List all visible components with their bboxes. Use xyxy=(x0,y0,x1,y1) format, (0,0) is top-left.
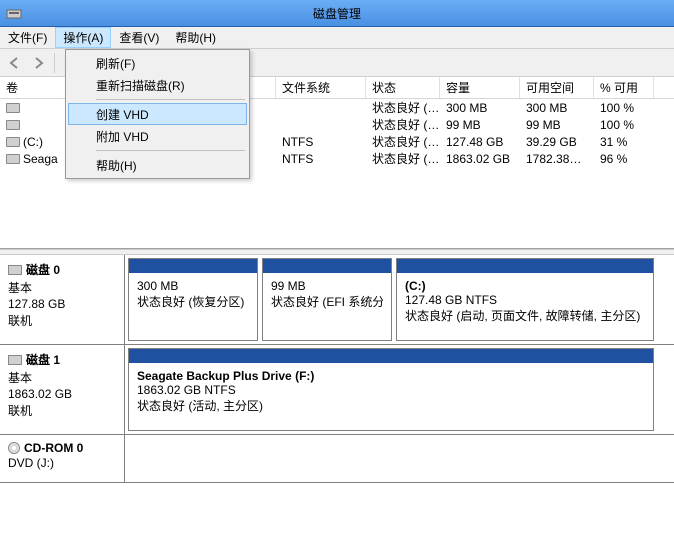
volume-pct: 100 % xyxy=(594,118,654,132)
col-free[interactable]: 可用空间 xyxy=(520,77,594,98)
partition-size: 300 MB xyxy=(137,279,249,293)
volume-icon xyxy=(6,120,20,130)
disk-status: 联机 xyxy=(8,312,116,329)
partition-status: 状态良好 (启动, 页面文件, 故障转储, 主分区) xyxy=(405,307,645,324)
disk-type: 基本 xyxy=(8,279,116,296)
volume-capacity: 99 MB xyxy=(440,118,520,132)
menu-view[interactable]: 查看(V) xyxy=(111,27,167,48)
disk-name: 磁盘 0 xyxy=(26,261,60,278)
dropdown-refresh[interactable]: 刷新(F) xyxy=(68,52,247,74)
disk-mgmt-icon xyxy=(6,5,22,21)
action-dropdown: 刷新(F) 重新扫描磁盘(R) 创建 VHD 附加 VHD 帮助(H) xyxy=(65,49,250,179)
volume-status: 状态良好 (… xyxy=(366,116,440,133)
volume-pct: 96 % xyxy=(594,152,654,166)
partition[interactable]: 99 MB状态良好 (EFI 系统分 xyxy=(262,258,392,341)
partition[interactable]: (C:)127.48 GB NTFS状态良好 (启动, 页面文件, 故障转储, … xyxy=(396,258,654,341)
volume-icon xyxy=(6,137,20,147)
dropdown-create-vhd[interactable]: 创建 VHD xyxy=(68,103,247,125)
cdrom-name: CD-ROM 0 xyxy=(24,441,83,455)
volume-pct: 31 % xyxy=(594,135,654,149)
volume-free: 1782.38… xyxy=(520,152,594,166)
partitions-container: 300 MB状态良好 (恢复分区)99 MB状态良好 (EFI 系统分(C:)1… xyxy=(125,255,674,344)
toolbar-separator xyxy=(54,53,55,73)
volume-icon xyxy=(6,103,20,113)
window-title: 磁盘管理 xyxy=(313,5,361,22)
partition-stripe xyxy=(129,259,257,273)
volume-status: 状态良好 (… xyxy=(366,150,440,167)
dropdown-help[interactable]: 帮助(H) xyxy=(68,154,247,176)
volume-status: 状态良好 (… xyxy=(366,133,440,150)
volume-name: Seaga xyxy=(23,152,58,166)
disk-size: 1863.02 GB xyxy=(8,387,116,401)
disk-type: 基本 xyxy=(8,369,116,386)
dropdown-rescan[interactable]: 重新扫描磁盘(R) xyxy=(68,74,247,96)
partition-stripe xyxy=(397,259,653,273)
partition-size: 127.48 GB NTFS xyxy=(405,293,645,307)
disk-info: 磁盘 0基本127.88 GB联机 xyxy=(0,255,125,344)
disk-info: 磁盘 1基本1863.02 GB联机 xyxy=(0,345,125,434)
volume-capacity: 1863.02 GB xyxy=(440,152,520,166)
cdrom-line: DVD (J:) xyxy=(8,456,116,470)
partition[interactable]: Seagate Backup Plus Drive (F:)1863.02 GB… xyxy=(128,348,654,431)
col-status[interactable]: 状态 xyxy=(366,77,440,98)
volume-status: 状态良好 (… xyxy=(366,99,440,116)
disk-row: 磁盘 1基本1863.02 GB联机Seagate Backup Plus Dr… xyxy=(0,345,674,435)
cdrom-partitions xyxy=(125,435,674,482)
dropdown-separator xyxy=(96,99,245,100)
disk-size: 127.88 GB xyxy=(8,297,116,311)
partition[interactable]: 300 MB状态良好 (恢复分区) xyxy=(128,258,258,341)
volume-capacity: 300 MB xyxy=(440,101,520,115)
cdrom-row[interactable]: CD-ROM 0 DVD (J:) xyxy=(0,435,674,483)
partitions-container: Seagate Backup Plus Drive (F:)1863.02 GB… xyxy=(125,345,674,434)
menu-help[interactable]: 帮助(H) xyxy=(167,27,224,48)
menu-action[interactable]: 操作(A) xyxy=(55,27,111,48)
volume-fs: NTFS xyxy=(276,135,366,149)
disk-map-pane: 磁盘 0基本127.88 GB联机300 MB状态良好 (恢复分区)99 MB状… xyxy=(0,255,674,483)
disk-icon xyxy=(8,355,22,365)
volume-capacity: 127.48 GB xyxy=(440,135,520,149)
volume-free: 300 MB xyxy=(520,101,594,115)
partition-label: Seagate Backup Plus Drive (F:) xyxy=(137,369,645,383)
volume-free: 99 MB xyxy=(520,118,594,132)
nav-forward-button[interactable] xyxy=(28,52,50,74)
disk-icon xyxy=(8,265,22,275)
volume-fs: NTFS xyxy=(276,152,366,166)
col-pct[interactable]: % 可用 xyxy=(594,77,654,98)
cdrom-info: CD-ROM 0 DVD (J:) xyxy=(0,435,125,482)
dropdown-separator xyxy=(96,150,245,151)
disk-name: 磁盘 1 xyxy=(26,351,60,368)
cdrom-icon xyxy=(8,442,20,454)
titlebar: 磁盘管理 xyxy=(0,0,674,27)
volume-icon xyxy=(6,154,20,164)
disk-status: 联机 xyxy=(8,402,116,419)
partition-status: 状态良好 (恢复分区) xyxy=(137,293,249,310)
partition-size: 1863.02 GB NTFS xyxy=(137,383,645,397)
partition-stripe xyxy=(263,259,391,273)
partition-status: 状态良好 (活动, 主分区) xyxy=(137,397,645,414)
partition-stripe xyxy=(129,349,653,363)
partition-label: (C:) xyxy=(405,279,645,293)
menubar: 文件(F) 操作(A) 查看(V) 帮助(H) xyxy=(0,27,674,49)
nav-back-button[interactable] xyxy=(4,52,26,74)
volume-name: (C:) xyxy=(23,135,43,149)
col-capacity[interactable]: 容量 xyxy=(440,77,520,98)
col-filesystem[interactable]: 文件系统 xyxy=(276,77,366,98)
partition-status: 状态良好 (EFI 系统分 xyxy=(271,293,383,310)
volume-pct: 100 % xyxy=(594,101,654,115)
partition-size: 99 MB xyxy=(271,279,383,293)
dropdown-attach-vhd[interactable]: 附加 VHD xyxy=(68,125,247,147)
menu-file[interactable]: 文件(F) xyxy=(0,27,55,48)
volume-free: 39.29 GB xyxy=(520,135,594,149)
disk-row: 磁盘 0基本127.88 GB联机300 MB状态良好 (恢复分区)99 MB状… xyxy=(0,255,674,345)
